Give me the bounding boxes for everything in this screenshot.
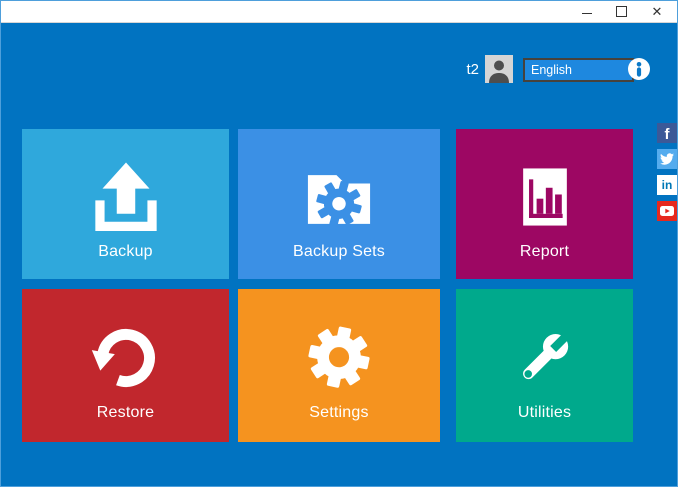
folder-gear-icon	[297, 155, 381, 239]
maximize-icon	[616, 6, 627, 17]
bar-chart-icon	[503, 155, 587, 239]
tile-label: Utilities	[518, 404, 571, 422]
linkedin-icon: in	[662, 175, 673, 195]
youtube-link[interactable]	[657, 201, 677, 221]
upload-icon	[84, 155, 168, 239]
tile-label: Report	[520, 243, 569, 261]
close-icon: ✕	[652, 5, 663, 18]
tile-restore[interactable]: Restore	[22, 289, 229, 442]
language-value: English	[525, 63, 572, 77]
titlebar: ✕	[1, 1, 677, 23]
facebook-icon: f	[665, 125, 670, 143]
close-button[interactable]: ✕	[641, 1, 673, 22]
twitter-link[interactable]	[657, 149, 677, 169]
tile-label: Settings	[309, 404, 368, 422]
app-window: ✕ t2 English Backup	[0, 0, 678, 487]
info-icon	[628, 58, 650, 80]
tile-report[interactable]: Report	[456, 129, 633, 279]
wrench-icon	[503, 316, 587, 400]
twitter-icon	[660, 152, 674, 166]
gear-icon	[297, 316, 381, 400]
avatar[interactable]	[485, 55, 513, 83]
language-select[interactable]: English	[523, 58, 634, 82]
facebook-link[interactable]: f	[657, 123, 677, 143]
tile-backup[interactable]: Backup	[22, 129, 229, 279]
minimize-button[interactable]	[571, 1, 603, 22]
username-label: t2	[431, 60, 479, 80]
maximize-button[interactable]	[605, 1, 637, 22]
linkedin-link[interactable]: in	[657, 175, 677, 195]
tile-settings[interactable]: Settings	[238, 289, 440, 442]
info-button[interactable]	[628, 58, 650, 80]
tile-backup-sets[interactable]: Backup Sets	[238, 129, 440, 279]
tile-label: Backup Sets	[293, 243, 385, 261]
youtube-icon	[657, 201, 677, 221]
tile-label: Backup	[98, 243, 153, 261]
minimize-icon	[582, 13, 592, 14]
tile-label: Restore	[97, 404, 154, 422]
restore-arrow-icon	[84, 316, 168, 400]
tile-utilities[interactable]: Utilities	[456, 289, 633, 442]
social-links: f in	[657, 123, 677, 221]
user-icon	[485, 55, 513, 83]
